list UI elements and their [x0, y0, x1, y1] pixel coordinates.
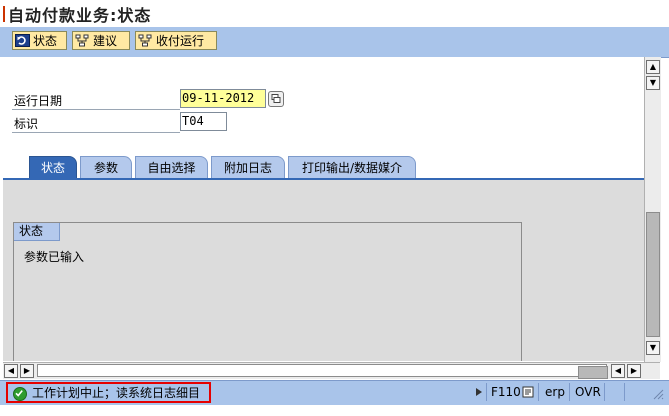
- status-group-box: 状态 参数已输入: [13, 222, 522, 361]
- page-title: 自动付款业务:状态: [8, 6, 152, 25]
- run-date-label: 运行日期: [14, 94, 63, 108]
- vertical-scroll-thumb[interactable]: [646, 212, 660, 337]
- run-date-field[interactable]: 09-11-2012: [180, 89, 266, 108]
- resize-grip-icon[interactable]: [650, 383, 664, 401]
- session-info-icon[interactable]: [522, 383, 534, 401]
- payment-run-icon: [138, 34, 153, 47]
- scroll-right-small-button[interactable]: ▶: [20, 364, 34, 378]
- statusbar-separator: [538, 383, 539, 401]
- status-button-label: 状态: [33, 34, 58, 48]
- scroll-down-button[interactable]: ▼: [646, 341, 660, 355]
- horizontal-scroll-track[interactable]: [37, 364, 608, 379]
- identification-field[interactable]: T04: [180, 112, 227, 131]
- status-message-highlight[interactable]: 工作计划中止；读系统日志细目: [6, 382, 211, 403]
- horizontal-scrollbar[interactable]: ◀ ▶ ◀ ▶: [3, 362, 660, 379]
- status-group-title: 状态: [14, 223, 61, 241]
- scroll-right-button[interactable]: ▶: [627, 364, 641, 378]
- title-accent-bar: [3, 6, 5, 22]
- proposal-button[interactable]: 建议: [72, 31, 130, 50]
- scroll-left-end-button[interactable]: ◀: [611, 364, 625, 378]
- refresh-status-icon: [15, 34, 30, 47]
- scroll-down-small-button[interactable]: ▼: [646, 76, 660, 90]
- payment-run-button[interactable]: 收付运行: [135, 31, 217, 50]
- value-help-icon: [271, 94, 281, 103]
- identification-label: 标识: [14, 117, 39, 131]
- insert-mode: OVR: [575, 385, 601, 399]
- tab-free-selection[interactable]: 自由选择: [135, 156, 208, 178]
- scroll-left-button[interactable]: ◀: [4, 364, 18, 378]
- status-message-text: 工作计划中止；读系统日志细目: [32, 386, 201, 400]
- transaction-code: F110: [491, 385, 521, 399]
- status-bar: 工作计划中止；读系统日志细目 F110 erp OVR: [0, 380, 669, 405]
- scroll-up-button[interactable]: ▲: [646, 60, 660, 74]
- status-button[interactable]: 状态: [12, 31, 67, 50]
- identification-underline: [12, 132, 180, 133]
- statusbar-separator: [604, 383, 605, 401]
- statusbar-separator: [569, 383, 570, 401]
- tab-additional-log[interactable]: 附加日志: [211, 156, 285, 178]
- vertical-scrollbar[interactable]: ▲ ▼ ▼: [644, 57, 661, 362]
- tab-parameters[interactable]: 参数: [80, 156, 132, 178]
- system-name: erp: [545, 385, 565, 399]
- title-bar: 自动付款业务:状态: [0, 0, 669, 27]
- tab-printout-data-medium[interactable]: 打印输出/数据媒介: [288, 156, 416, 178]
- tab-panel-status: 状态 参数已输入: [3, 178, 644, 361]
- statusbar-expand-icon[interactable]: [474, 383, 484, 401]
- work-area: 运行日期 09-11-2012 标识 T04 状态 参数 自由选择 附加日志 打…: [0, 57, 644, 361]
- success-check-icon: [13, 387, 27, 401]
- payment-run-button-label: 收付运行: [156, 34, 205, 48]
- statusbar-separator: [624, 383, 625, 401]
- run-date-underline: [12, 109, 180, 110]
- tab-status[interactable]: 状态: [29, 156, 77, 178]
- proposal-icon: [75, 34, 90, 47]
- horizontal-scroll-thumb[interactable]: [578, 366, 608, 379]
- value-help-button[interactable]: [268, 91, 284, 107]
- proposal-button-label: 建议: [93, 34, 118, 48]
- status-message: 参数已输入: [24, 250, 85, 264]
- statusbar-separator: [486, 383, 487, 401]
- application-toolbar: 状态 建议 收付运行: [0, 27, 669, 58]
